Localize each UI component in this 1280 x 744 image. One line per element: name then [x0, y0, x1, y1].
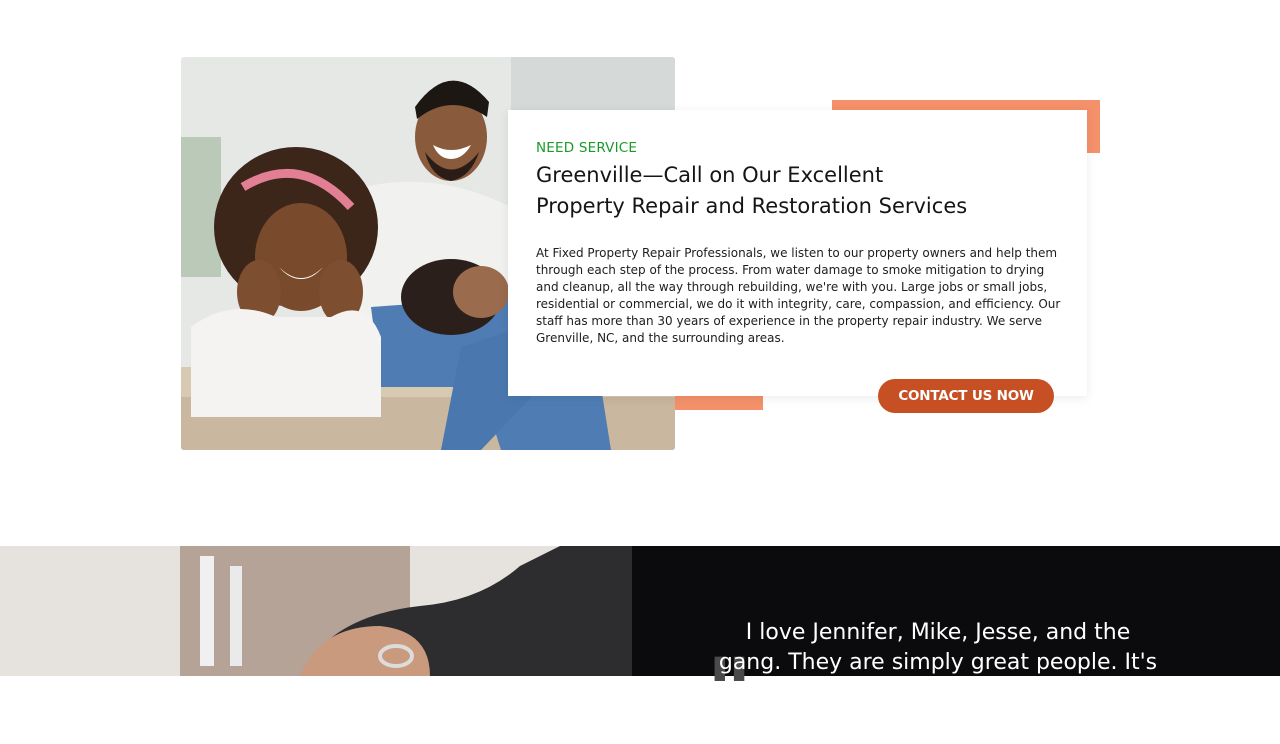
worker-photo	[0, 546, 632, 676]
eyebrow-label: NEED SERVICE	[536, 140, 638, 156]
section-title: Greenville—Call on Our Excellent Propert…	[536, 163, 968, 218]
service-card: NEED SERVICE Greenville—Call on Our Exce…	[508, 110, 1087, 396]
testimonial-quote: I love Jennifer, Mike, Jesse, and the ga…	[718, 620, 1158, 675]
decorative-accent-bar	[675, 396, 763, 410]
testimonial-section: " I love Jennifer, Mike, Jesse, and the …	[0, 546, 1280, 736]
service-section: NEED SERVICE Greenville—Call on Our Exce…	[0, 0, 1280, 546]
service-description: At Fixed Property Repair Professionals, …	[536, 246, 1061, 345]
contact-us-button[interactable]: CONTACT US NOW	[878, 379, 1054, 413]
